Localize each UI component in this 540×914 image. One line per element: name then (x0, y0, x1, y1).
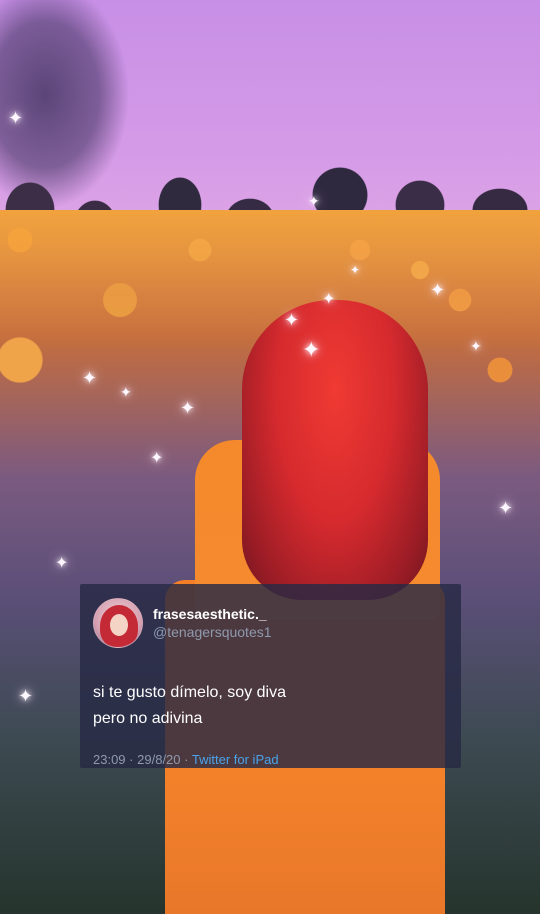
tweet-text: si te gusto dímelo, soy diva pero no adi… (93, 680, 433, 732)
tweet-text-line: pero no adivina (93, 710, 203, 727)
sparkle-icon: ✦ (302, 338, 321, 363)
user-handle[interactable]: @tenagersquotes1 (153, 623, 272, 641)
girl-hair (242, 300, 428, 600)
tweet-meta: 23:09 · 29/8/20 · Twitter for iPad (93, 752, 447, 768)
tweet-date[interactable]: 29/8/20 (137, 752, 180, 767)
tweet-source-link[interactable]: Twitter for iPad (192, 752, 279, 767)
avatar[interactable] (93, 598, 143, 648)
tweet-text-line: si te gusto dímelo, soy diva (93, 684, 286, 701)
tweet-card[interactable]: frasesaesthetic._ @tenagersquotes1 si te… (80, 584, 461, 768)
sparkle-icon: ✦ (82, 368, 98, 389)
sparkle-icon: ✦ (470, 339, 482, 355)
meta-separator: · (184, 752, 189, 767)
background-photo: ✦ ✦ ✦ ✦ ✦ ✦ ✦ ✦ ✦ ✦ ✦ ✦ ✦ ✦ ✦ (0, 0, 540, 914)
tweet-time[interactable]: 23:09 (93, 752, 126, 767)
sparkle-icon: ✦ (18, 686, 34, 707)
sparkle-icon: ✦ (430, 280, 446, 301)
tweet-header: frasesaesthetic._ @tenagersquotes1 (93, 597, 447, 649)
avatar-face (110, 614, 128, 636)
meta-separator: · (129, 752, 134, 767)
sparkle-icon: ✦ (498, 498, 514, 519)
sparkle-icon: ✦ (55, 553, 69, 572)
sparkle-icon: ✦ (284, 310, 300, 331)
sparkle-icon: ✦ (150, 448, 164, 467)
sparkle-icon: ✦ (350, 263, 361, 277)
sparkle-icon: ✦ (180, 398, 196, 419)
sparkle-icon: ✦ (322, 289, 336, 308)
sparkle-icon: ✦ (308, 194, 320, 210)
display-name[interactable]: frasesaesthetic._ (153, 605, 272, 623)
sparkle-icon: ✦ (8, 108, 24, 129)
sparkle-icon: ✦ (120, 385, 132, 401)
tweet-author: frasesaesthetic._ @tenagersquotes1 (153, 605, 272, 641)
